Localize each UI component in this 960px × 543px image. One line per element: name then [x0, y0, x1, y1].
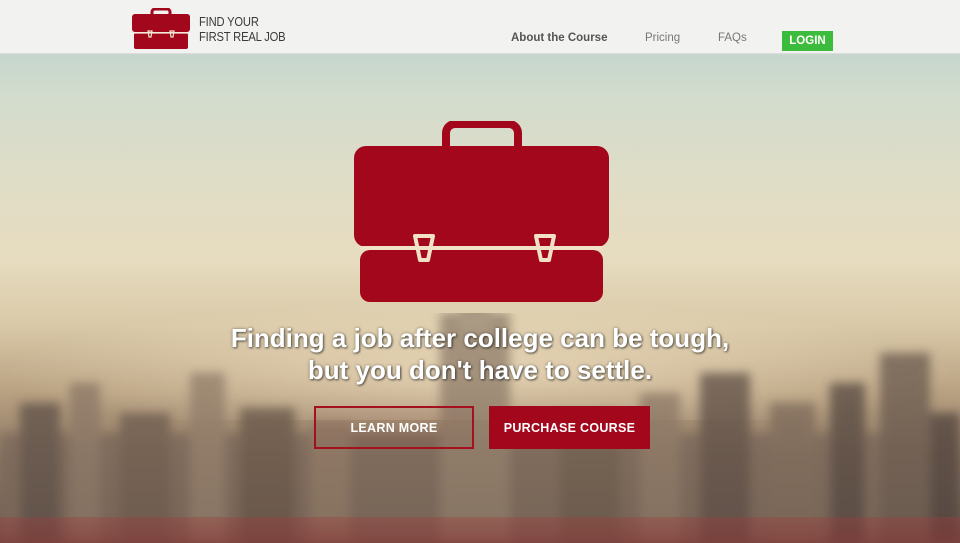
- login-button[interactable]: LOGIN: [782, 31, 833, 51]
- logo-line-1: FIND YOUR: [199, 14, 259, 29]
- nav-faqs[interactable]: FAQs: [718, 32, 747, 44]
- bottom-band: [0, 517, 960, 543]
- headline-line-1: Finding a job after college can be tough…: [230, 323, 730, 353]
- site-logo[interactable]: FIND YOUR FIRST REAL JOB: [132, 8, 300, 50]
- site-header: FIND YOUR FIRST REAL JOB About the Cours…: [0, 0, 960, 54]
- learn-more-button[interactable]: LEARN MORE: [314, 406, 474, 449]
- briefcase-logo-icon: [132, 8, 190, 49]
- nav-pricing[interactable]: Pricing: [645, 32, 680, 44]
- logo-line-2: FIRST REAL JOB: [199, 29, 286, 44]
- briefcase-icon: [354, 121, 609, 302]
- headline-line-2: but you don't have to settle.: [307, 355, 653, 385]
- hero-headline: Finding a job after college can be tough…: [0, 322, 960, 386]
- logo-text: FIND YOUR FIRST REAL JOB: [199, 14, 286, 44]
- nav-about-course[interactable]: About the Course: [511, 32, 607, 44]
- purchase-course-button[interactable]: PURCHASE COURSE: [489, 406, 650, 449]
